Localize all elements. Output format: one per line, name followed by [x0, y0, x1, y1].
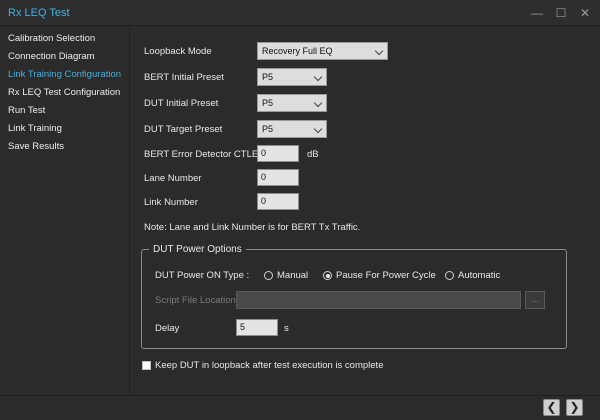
- loopback-mode-dropdown[interactable]: Recovery Full EQ: [257, 42, 388, 60]
- chevron-right-icon: ❯: [569, 400, 580, 414]
- script-file-location-label: Script File Location: [155, 295, 236, 306]
- chevron-down-icon: [310, 95, 326, 111]
- sidebar-nav: Calibration Selection Connection Diagram…: [0, 27, 130, 395]
- keep-loopback-checkbox[interactable]: [142, 361, 151, 370]
- loopback-mode-label: Loopback Mode: [144, 46, 212, 57]
- maximize-icon[interactable]: ☐: [552, 4, 570, 22]
- bert-initial-preset-value: P5: [262, 72, 274, 82]
- sidebar-item-calibration-selection[interactable]: Calibration Selection: [8, 33, 95, 44]
- dut-initial-preset-value: P5: [262, 98, 274, 108]
- browse-button[interactable]: ...: [525, 291, 545, 309]
- loopback-mode-value: Recovery Full EQ: [262, 46, 333, 56]
- lane-link-note: Note: Lane and Link Number is for BERT T…: [144, 222, 361, 233]
- chevron-down-icon: [371, 43, 387, 59]
- window-title: Rx LEQ Test: [8, 7, 70, 19]
- radio-manual-label[interactable]: Manual: [277, 270, 308, 281]
- delay-label: Delay: [155, 323, 180, 334]
- keep-loopback-label[interactable]: Keep DUT in loopback after test executio…: [155, 360, 383, 371]
- sidebar-item-connection-diagram[interactable]: Connection Diagram: [8, 51, 95, 62]
- minimize-icon[interactable]: —: [528, 4, 546, 22]
- radio-pause-label[interactable]: Pause For Power Cycle: [336, 270, 436, 281]
- bert-initial-preset-dropdown[interactable]: P5: [257, 68, 327, 86]
- dut-target-preset-label: DUT Target Preset: [144, 124, 223, 135]
- script-file-location-input[interactable]: [236, 291, 521, 309]
- chevron-down-icon: [310, 121, 326, 137]
- title-bar: Rx LEQ Test — ☐ ✕: [0, 0, 600, 26]
- dut-power-on-type-label: DUT Power ON Type :: [155, 270, 250, 281]
- link-number-input[interactable]: 0: [257, 193, 299, 210]
- close-icon[interactable]: ✕: [576, 4, 594, 22]
- lane-number-label: Lane Number: [144, 173, 202, 184]
- lane-number-input[interactable]: 0: [257, 169, 299, 186]
- sidebar-item-run-test[interactable]: Run Test: [8, 105, 45, 116]
- sidebar-item-rx-leq-test-configuration[interactable]: Rx LEQ Test Configuration: [8, 87, 120, 98]
- sidebar-item-link-training-configuration[interactable]: Link Training Configuration: [8, 69, 121, 80]
- bert-error-ctle-label: BERT Error Detector CTLE: [144, 149, 259, 160]
- radio-automatic-label[interactable]: Automatic: [458, 270, 500, 281]
- delay-input[interactable]: 5: [236, 319, 278, 336]
- delay-unit: s: [284, 323, 289, 334]
- bert-error-ctle-input[interactable]: 0: [257, 145, 299, 162]
- sidebar-item-save-results[interactable]: Save Results: [8, 141, 64, 152]
- next-button[interactable]: ❯: [566, 399, 583, 416]
- radio-manual[interactable]: [264, 271, 273, 280]
- chevron-left-icon: ❮: [546, 400, 557, 414]
- radio-automatic[interactable]: [445, 271, 454, 280]
- radio-pause-for-power-cycle[interactable]: [323, 271, 332, 280]
- back-button[interactable]: ❮: [543, 399, 560, 416]
- bert-error-ctle-unit: dB: [307, 149, 319, 160]
- sidebar-item-link-training[interactable]: Link Training: [8, 123, 62, 134]
- bert-initial-preset-label: BERT Initial Preset: [144, 72, 224, 83]
- chevron-down-icon: [310, 69, 326, 85]
- dut-power-options-title: DUT Power Options: [149, 244, 246, 255]
- dut-target-preset-value: P5: [262, 124, 274, 134]
- main-panel: Loopback Mode Recovery Full EQ BERT Init…: [131, 27, 600, 395]
- dut-initial-preset-label: DUT Initial Preset: [144, 98, 219, 109]
- dut-initial-preset-dropdown[interactable]: P5: [257, 94, 327, 112]
- bottom-bar: ❮ ❯: [0, 395, 600, 420]
- link-number-label: Link Number: [144, 197, 198, 208]
- dut-target-preset-dropdown[interactable]: P5: [257, 120, 327, 138]
